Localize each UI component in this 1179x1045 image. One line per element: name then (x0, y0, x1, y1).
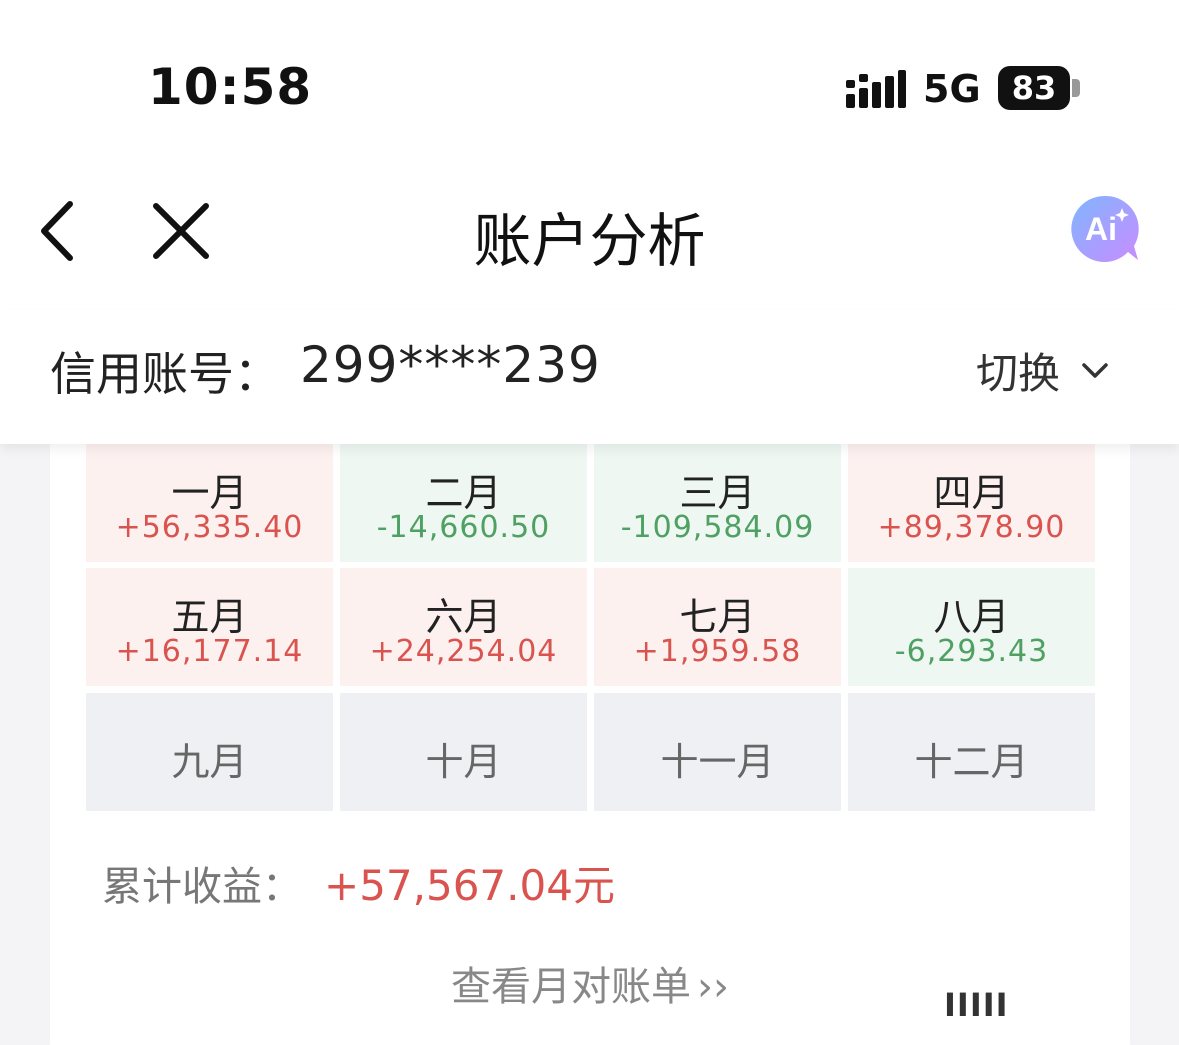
month-cell[interactable]: 十月 (340, 693, 587, 811)
month-value: +24,254.04 (369, 634, 558, 669)
month-name: 二月 (425, 471, 502, 515)
cumulative-return-value: +57,567.04元 (324, 861, 615, 910)
battery-cap (1072, 79, 1080, 97)
month-value: -109,584.09 (620, 510, 815, 545)
statement-link-label: 查看月对账单 (451, 964, 691, 1010)
month-name: 五月 (171, 595, 248, 639)
month-cell[interactable]: 二月 -14,660.50 (340, 444, 587, 562)
month-value: +1,959.58 (633, 634, 802, 669)
month-cell[interactable]: 七月 +1,959.58 (594, 568, 841, 686)
month-cell[interactable]: 五月 +16,177.14 (86, 568, 333, 686)
month-name: 十二月 (914, 740, 1029, 784)
account-label: 信用账号： (50, 347, 280, 401)
status-time: 10:58 (148, 58, 313, 116)
cumulative-return: 累计收益： +57,567.04元 (102, 852, 615, 910)
month-name: 十一月 (660, 740, 775, 784)
month-name: 九月 (171, 740, 248, 784)
month-cell[interactable]: 九月 (86, 693, 333, 811)
month-value: -14,660.50 (376, 510, 551, 545)
month-name: 六月 (425, 595, 502, 639)
month-name: 三月 (679, 471, 756, 515)
month-cell[interactable]: 八月 -6,293.43 (848, 568, 1095, 686)
cumulative-return-label: 累计收益： (102, 864, 302, 910)
month-cell[interactable]: 十二月 (848, 693, 1095, 811)
ai-assistant-icon[interactable]: Ai (1070, 194, 1140, 264)
double-chevron-right-icon: ›› (697, 964, 729, 1010)
month-name: 十月 (425, 740, 502, 784)
nav-bar: 账户分析 Ai (0, 160, 1179, 310)
network-type: 5G (923, 67, 981, 111)
chevron-down-icon (1082, 363, 1108, 378)
month-name: 七月 (679, 595, 756, 639)
status-bar: 10:58 5G 83 (0, 0, 1179, 160)
month-cell[interactable]: 六月 +24,254.04 (340, 568, 587, 686)
month-cell[interactable]: 三月 -109,584.09 (594, 444, 841, 562)
switch-label: 切换 (976, 348, 1061, 398)
account-analysis-page: 10:58 5G 83 账户分析 Ai 信用账号： 299****239 切换 … (0, 0, 1179, 1045)
month-cell[interactable]: 四月 +89,378.90 (848, 444, 1095, 562)
account-bar: 信用账号： 299****239 切换 (0, 310, 1179, 444)
battery-level: 83 (1011, 69, 1057, 107)
month-cell[interactable]: 一月 +56,335.40 (86, 444, 333, 562)
month-value: +56,335.40 (115, 510, 304, 545)
monthly-returns-card: 一月 +56,335.40 二月 -14,660.50 三月 -109,584.09 四月 +… (50, 444, 1130, 1045)
switch-account-button[interactable]: 切换 (976, 340, 1112, 400)
month-value: +89,378.90 (877, 510, 1066, 545)
month-value: +16,177.14 (115, 634, 304, 669)
ai-icon-label: Ai (1085, 211, 1117, 247)
month-name: 一月 (171, 471, 248, 515)
watermark-logo: IIIII (944, 986, 1009, 1024)
account-number: 299****239 (300, 336, 601, 394)
month-value: -6,293.43 (894, 634, 1049, 669)
page-title: 账户分析 (473, 207, 706, 275)
battery-icon: 83 (998, 66, 1070, 110)
month-cell[interactable]: 十一月 (594, 693, 841, 811)
month-name: 八月 (933, 595, 1010, 639)
month-name: 四月 (933, 471, 1010, 515)
signal-icon (846, 70, 906, 108)
